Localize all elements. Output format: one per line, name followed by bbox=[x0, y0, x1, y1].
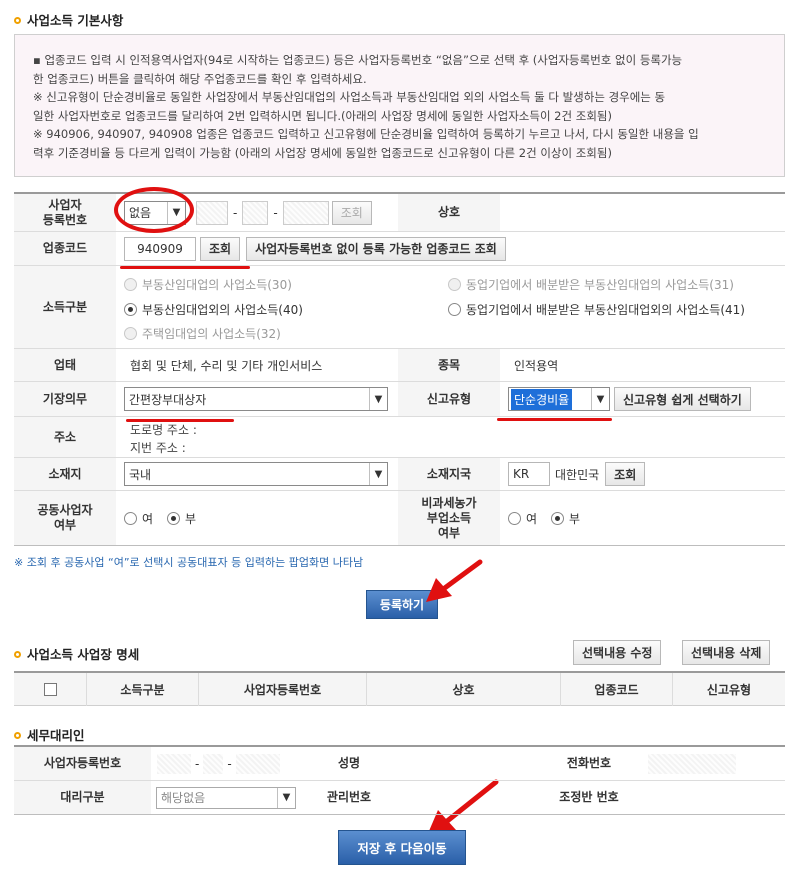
bizno-part1 bbox=[196, 200, 228, 225]
col-report-type: 신고유형 bbox=[672, 673, 785, 706]
select-all-checkbox-cell bbox=[14, 673, 86, 706]
chevron-down-icon: ▼ bbox=[591, 388, 609, 410]
section-title-basic: 사업소득 기본사항 bbox=[14, 10, 123, 29]
tax-agent-form: 사업자등록번호 - - 성명 전화번호 대리구분 해당없음 ▼ 관리번호 조정반 … bbox=[14, 745, 785, 815]
country-label: 소재지국 bbox=[398, 458, 500, 490]
radio-checked-icon bbox=[167, 511, 181, 525]
agent-bizno-part1 bbox=[157, 753, 191, 774]
industry-code-input[interactable]: 940909 bbox=[124, 236, 196, 261]
report-type-easy-button[interactable]: 신고유형 쉽게 선택하기 bbox=[614, 387, 751, 411]
trade-name-label: 상호 bbox=[398, 194, 500, 231]
delete-selected-button[interactable]: 선택내용 삭제 bbox=[682, 640, 771, 665]
save-next-button[interactable]: 저장 후 다음이동 bbox=[338, 830, 466, 865]
annotation-circle bbox=[114, 187, 194, 233]
address-label: 주소 bbox=[14, 417, 116, 457]
notice-line: ▪ 업종코드 입력 시 인적용역사업자(94로 시작하는 업종코드) 등은 사업… bbox=[33, 53, 683, 67]
col-income-type: 소득구분 bbox=[86, 673, 198, 706]
agent-type-label: 대리구분 bbox=[14, 781, 151, 814]
col-industry-code: 업종코드 bbox=[560, 673, 672, 706]
business-type-label: 업태 bbox=[14, 349, 116, 381]
radio-icon bbox=[448, 278, 461, 291]
joint-no-radio[interactable]: 부 bbox=[167, 510, 196, 527]
popup-note: ※ 조회 후 공동사업 “여”로 선택시 공동대표자 등 입력하는 팝업화면 나… bbox=[14, 556, 364, 569]
agent-name-label: 성명 bbox=[302, 747, 396, 780]
notice-line: 한 업종코드) 버튼을 클릭하여 해당 주업종코드를 확인 후 입력하세요. bbox=[33, 71, 367, 86]
country-code-input[interactable]: KR bbox=[508, 462, 550, 486]
annotation-underline bbox=[126, 419, 234, 422]
bullet-icon bbox=[14, 732, 21, 739]
bizno-label: 사업자 등록번호 bbox=[14, 194, 116, 231]
chevron-down-icon: ▼ bbox=[277, 787, 295, 808]
income-option-41[interactable]: 동업기업에서 배분받은 부동산임대업외의 사업소득(41) bbox=[448, 301, 745, 318]
item-label: 종목 bbox=[398, 349, 500, 381]
agent-bizno-label: 사업자등록번호 bbox=[14, 747, 151, 780]
lot-address: 지번 주소 : bbox=[130, 441, 186, 455]
section-title-workplaces: 사업소득 사업장 명세 bbox=[14, 644, 139, 663]
income-option-32[interactable]: 주택임대업의 사업소득(32) bbox=[124, 325, 281, 342]
select-all-checkbox[interactable] bbox=[43, 683, 57, 696]
col-trade-name: 상호 bbox=[366, 673, 560, 706]
col-bizno: 사업자등록번호 bbox=[198, 673, 366, 706]
bizno-part2 bbox=[242, 200, 269, 225]
bizno-part3 bbox=[282, 200, 329, 225]
notice-line: ※ 신고유형이 단순경비율로 동일한 사업장에서 부동산임대업의 사업소득과 부… bbox=[33, 90, 666, 104]
notice-line: 력후 기준경비율 등 다르게 입력이 가능함 (아래의 사업장 명세에 동일한 … bbox=[33, 145, 612, 160]
bookkeeping-label: 기장의무 bbox=[14, 382, 116, 416]
notice-line: 일한 사업자번호로 업종코드를 달리하여 2번 입력하시면 됩니다.(아래의 사… bbox=[33, 108, 612, 123]
radio-icon bbox=[124, 278, 137, 291]
industry-code-label: 업종코드 bbox=[14, 232, 116, 265]
no-bizno-code-lookup-button[interactable]: 사업자등록번호 없이 등록 가능한 업종코드 조회 bbox=[246, 236, 506, 261]
edit-selected-button[interactable]: 선택내용 수정 bbox=[573, 640, 662, 665]
notice-line: ※ 940906, 940907, 940908 업종은 업종코드 입력하고 신… bbox=[33, 127, 699, 141]
radio-icon bbox=[124, 511, 137, 525]
annotation-arrow-icon bbox=[426, 559, 483, 602]
income-option-30[interactable]: 부동산임대업의 사업소득(30) bbox=[124, 276, 292, 293]
agent-bizno-part2 bbox=[203, 753, 224, 774]
business-type-value: 협회 및 단체, 수리 및 기타 개인서비스 bbox=[130, 358, 323, 373]
agent-bizno-part3 bbox=[235, 753, 280, 774]
item-value: 인적용역 bbox=[514, 358, 559, 373]
bullet-icon bbox=[14, 651, 21, 658]
income-option-40[interactable]: 부동산임대업외의 사업소득(40) bbox=[124, 301, 303, 318]
taxfree-yes-radio[interactable]: 여 bbox=[508, 510, 537, 527]
industry-code-lookup-button[interactable]: 조회 bbox=[200, 236, 241, 261]
country-name: 대한민국 bbox=[555, 467, 600, 482]
mgmt-no-label: 관리번호 bbox=[302, 781, 396, 814]
location-select[interactable]: 국내 ▼ bbox=[124, 462, 388, 486]
radio-icon bbox=[124, 327, 137, 340]
chevron-down-icon: ▼ bbox=[369, 463, 387, 485]
report-type-select[interactable]: 단순경비율 ▼ bbox=[508, 387, 610, 411]
basic-info-form: 사업자 등록번호 없음 ▼ - - 조회 상호 업종코드 940909 조회 사업… bbox=[14, 192, 785, 546]
bookkeeping-select[interactable]: 간편장부대상자 ▼ bbox=[124, 387, 388, 411]
workplace-table-header: 소득구분 사업자등록번호 상호 업종코드 신고유형 bbox=[14, 671, 785, 706]
team-no-label: 조정반 번호 bbox=[524, 781, 654, 814]
country-lookup-button[interactable]: 조회 bbox=[605, 462, 646, 486]
annotation-underline bbox=[120, 266, 250, 269]
radio-checked-icon bbox=[551, 511, 565, 525]
income-option-31[interactable]: 동업기업에서 배분받은 부동산임대업의 사업소득(31) bbox=[448, 276, 734, 293]
agent-phone-value bbox=[648, 753, 736, 774]
chevron-down-icon: ▼ bbox=[369, 388, 387, 410]
section-title-tax-agent: 세무대리인 bbox=[14, 725, 85, 744]
location-label: 소재지 bbox=[14, 458, 116, 490]
radio-icon bbox=[448, 303, 461, 316]
joint-business-label: 공동사업자 여부 bbox=[14, 491, 116, 545]
agent-phone-label: 전화번호 bbox=[524, 747, 654, 780]
joint-yes-radio[interactable]: 여 bbox=[124, 510, 153, 527]
radio-icon bbox=[508, 511, 521, 525]
bizno-lookup-button[interactable]: 조회 bbox=[331, 200, 372, 225]
bullet-icon bbox=[14, 17, 21, 24]
notice-box: ▪ 업종코드 입력 시 인적용역사업자(94로 시작하는 업종코드) 등은 사업… bbox=[14, 34, 785, 177]
report-type-label: 신고유형 bbox=[398, 382, 500, 416]
road-address: 도로명 주소 : bbox=[130, 423, 197, 437]
radio-checked-icon bbox=[124, 303, 137, 316]
taxfree-farm-label: 비과세농가 부업소득 여부 bbox=[398, 491, 500, 545]
agent-type-select[interactable]: 해당없음 ▼ bbox=[156, 786, 296, 809]
income-type-label: 소득구분 bbox=[14, 266, 116, 348]
annotation-underline bbox=[497, 418, 612, 421]
taxfree-no-radio[interactable]: 부 bbox=[551, 510, 580, 527]
